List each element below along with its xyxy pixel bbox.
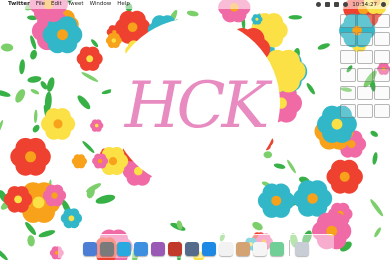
twitter-icon[interactable] (117, 242, 131, 256)
wifi-icon[interactable] (316, 2, 322, 7)
menu-window[interactable]: Window (90, 0, 112, 9)
leaf (288, 15, 303, 20)
desktop-file[interactable] (374, 68, 390, 82)
desktop-file[interactable] (357, 86, 373, 100)
desktop-file[interactable] (340, 14, 356, 28)
finder-icon[interactable] (83, 242, 97, 256)
calendar-icon[interactable] (219, 242, 233, 256)
desktop-file[interactable] (340, 68, 356, 82)
itunes-icon[interactable] (151, 242, 165, 256)
textedit-icon[interactable] (253, 242, 267, 256)
menu-help[interactable]: Help (117, 0, 130, 9)
bluetooth-icon[interactable] (343, 2, 349, 7)
menu-file[interactable]: File (36, 0, 45, 9)
trash-icon[interactable] (295, 242, 309, 256)
safari-icon[interactable] (134, 242, 148, 256)
monogram: HCK (124, 69, 273, 143)
desktop-file[interactable] (340, 104, 356, 118)
desktop-file[interactable] (374, 14, 390, 28)
desktop-file[interactable] (374, 86, 390, 100)
desktop-file[interactable] (357, 68, 373, 82)
iphoto-icon[interactable] (185, 242, 199, 256)
dock-divider (289, 240, 290, 256)
photo-booth-icon[interactable] (168, 242, 182, 256)
desktop-icons (340, 14, 390, 118)
desktop-file[interactable] (357, 14, 373, 28)
desktop-file[interactable] (340, 32, 356, 46)
desktop-file[interactable] (374, 32, 390, 46)
app-menu[interactable]: Twitter (8, 0, 30, 9)
battery-icon[interactable] (334, 2, 340, 7)
app-store-icon[interactable] (202, 242, 216, 256)
system-preferences-icon[interactable] (100, 242, 114, 256)
desktop-file[interactable] (357, 104, 373, 118)
search-icon[interactable] (381, 2, 386, 7)
desktop-file[interactable] (340, 50, 356, 64)
clock[interactable]: 10:34:27 (352, 2, 377, 8)
desktop-file[interactable] (340, 86, 356, 100)
dock (58, 234, 334, 258)
desktop-file[interactable] (357, 32, 373, 46)
desktop-wallpaper: HCK (0, 0, 390, 260)
desktop-file[interactable] (374, 50, 390, 64)
messages-icon[interactable] (270, 242, 284, 256)
volume-icon[interactable] (325, 2, 331, 7)
flower (90, 119, 104, 132)
flower (257, 183, 295, 218)
desktop-file[interactable] (357, 50, 373, 64)
menu-edit[interactable]: Edit (51, 0, 62, 9)
desktop-file[interactable] (374, 104, 390, 118)
preview-icon[interactable] (236, 242, 250, 256)
menu-bar: Twitter File Edit Tweet Window Help 10:3… (0, 0, 390, 9)
menu-tweet[interactable]: Tweet (68, 0, 84, 9)
